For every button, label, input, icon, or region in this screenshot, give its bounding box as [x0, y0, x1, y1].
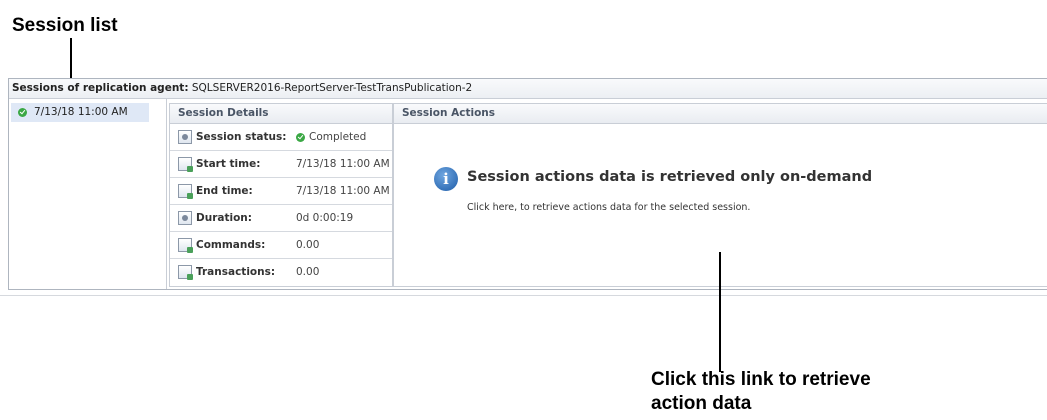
commands-icon [178, 238, 193, 253]
status-value-text: Completed [309, 131, 367, 143]
sessions-panel: Sessions of replication agent: SQLSERVER… [8, 78, 1047, 290]
detail-label: Commands: [196, 239, 266, 251]
check-circle-icon [296, 132, 305, 142]
detail-row-duration: Duration: 0d 0:00:19 [170, 205, 392, 232]
callout-retrieve-link: Click this link to retrieve action data [651, 368, 951, 416]
detail-row-session-status: Session status: Completed [170, 124, 392, 151]
session-details-panel: Session Details Session status: Complete… [169, 103, 393, 287]
divider [0, 295, 1047, 296]
panel-header: Sessions of replication agent: SQLSERVER… [9, 79, 1047, 99]
detail-row-commands: Commands: 0.00 [170, 232, 392, 259]
detail-label: Duration: [196, 212, 252, 224]
detail-value: 0d 0:00:19 [296, 212, 354, 224]
info-icon: i [434, 167, 458, 191]
detail-value: Completed [296, 131, 366, 143]
detail-row-end-time: End time: 7/13/18 11:00 AM [170, 178, 392, 205]
session-details-title: Session Details [170, 104, 392, 124]
detail-value: 7/13/18 11:00 AM [296, 158, 390, 170]
detail-row-transactions: Transactions: 0.00 [170, 259, 392, 285]
transactions-icon [178, 265, 193, 280]
status-icon [178, 130, 192, 144]
session-list-item[interactable]: 7/13/18 11:00 AM [11, 103, 149, 122]
callout-retrieve-link-line2: action data [651, 393, 752, 414]
on-demand-message: Session actions data is retrieved only o… [467, 169, 873, 185]
detail-label: End time: [196, 185, 253, 197]
detail-label: Session status: [196, 131, 287, 143]
panel-header-label: Sessions of replication agent: [12, 82, 189, 94]
check-circle-icon [18, 108, 27, 117]
session-list: 7/13/18 11:00 AM [9, 99, 167, 289]
duration-icon [178, 211, 192, 225]
detail-label: Transactions: [196, 266, 276, 278]
detail-label: Start time: [196, 158, 261, 170]
retrieve-actions-link[interactable]: Click here, to retrieve actions data for… [467, 202, 750, 213]
callout-retrieve-link-line1: Click this link to retrieve [651, 369, 871, 390]
detail-value: 0.00 [296, 239, 320, 251]
page: Session list Sessions of replication age… [0, 0, 1047, 420]
callout-line-retrieve-link [719, 252, 721, 372]
session-actions-title: Session Actions [394, 104, 1047, 124]
end-time-icon [178, 184, 193, 199]
detail-value: 0.00 [296, 266, 320, 278]
callout-session-list: Session list [12, 15, 118, 36]
detail-value: 7/13/18 11:00 AM [296, 185, 390, 197]
session-item-label: 7/13/18 11:00 AM [34, 106, 128, 118]
agent-name: SQLSERVER2016-ReportServer-TestTransPubl… [191, 82, 473, 94]
start-time-icon [178, 157, 193, 172]
detail-row-start-time: Start time: 7/13/18 11:00 AM [170, 151, 392, 178]
